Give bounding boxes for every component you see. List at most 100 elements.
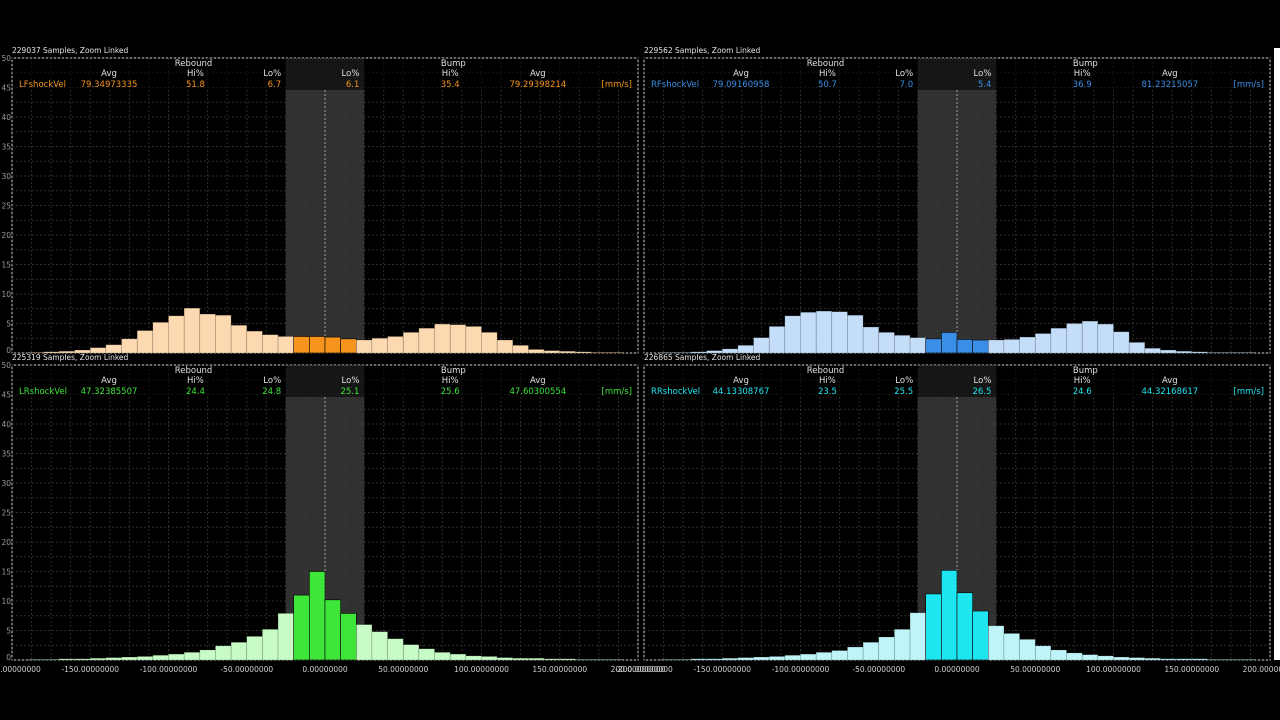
bump-lo-label: Lo% [974,376,992,386]
bump-label: Bump [1073,366,1098,376]
histogram-bar [559,658,576,661]
histogram-bar [1066,323,1083,354]
rebound-avg-value: 44.13308767 [713,387,770,397]
bump-lo-value: 5.4 [978,80,992,90]
bump-lo-value: 25.1 [340,387,359,397]
histogram-bar [309,571,326,661]
histogram-bar [1175,658,1193,661]
histogram-bar [387,638,404,661]
histogram-bar [987,625,1005,661]
histogram-bar [1019,336,1036,354]
histogram-bar [737,345,754,354]
histogram-bar [183,307,201,354]
rebound-hi-value: 24.4 [186,387,205,397]
histogram-bar [136,656,154,661]
histogram-bar [753,337,770,354]
y-ticks: 0 5 10 15 20 25 30 35 40 45 50 [1,54,11,355]
histogram-bar [199,649,216,661]
histogram-bar [324,599,341,661]
x-tick-label: 100.00000000 [1086,665,1141,674]
histogram-bar [1128,657,1146,661]
rebound-lo-value: 6.7 [268,80,282,90]
histogram-panel-RRshockVel: 226865 Samples, Zoom Linked Rebound Bump Av… [615,353,1280,674]
bump-hi-label: Hi% [1074,69,1091,79]
histogram-bar [862,326,880,354]
histogram-bar [1066,652,1083,661]
bump-avg-value: 44.32168617 [1141,387,1198,397]
histogram-bar [136,330,154,354]
histogram-bar [1081,654,1099,661]
histogram-bar [1003,633,1020,661]
histogram-bar [925,338,942,354]
bump-hi-value: 35.4 [441,80,460,90]
histogram-bar [1097,323,1114,354]
histogram-bar [465,326,482,354]
y-tick-label: 50 [1,54,11,63]
bump-label: Bump [1073,59,1098,69]
x-tick-label: -150.00000000 [693,665,751,674]
bump-avg-label: Avg [1162,69,1178,79]
histogram-bar [418,648,435,661]
x-tick-label: -200.00000000 [615,665,673,674]
x-tick-label: -50.00000000 [852,665,905,674]
x-tick-label: -100.00000000 [140,665,198,674]
histogram-bar [512,657,529,661]
histogram-bar [387,336,404,354]
samples-label: 229037 Samples, Zoom Linked [12,46,129,55]
histogram-bar [559,350,576,354]
x-tick-label: -200.00000000 [0,665,41,674]
histogram-bar [215,314,232,354]
histogram-bar [1191,658,1208,661]
y-tick-label: 35 [1,143,11,152]
histogram-bar [1207,659,1224,661]
histogram-bar [465,655,482,661]
y-tick-label: 25 [1,509,11,518]
histogram-bar [105,657,122,661]
bump-lo-label: Lo% [342,376,360,386]
histogram-bar [878,332,895,354]
histogram-bar [606,659,623,661]
y-tick-label: 40 [1,420,11,429]
histogram-bar [121,656,138,661]
samples-label: 225319 Samples, Zoom Linked [12,353,129,362]
x-tick-label: 0.00000000 [302,665,348,674]
channel-name: RFshockVel [651,80,699,90]
histogram-bar [768,656,786,661]
unit-label: [mm/s] [1234,387,1265,397]
y-tick-label: 10 [1,597,11,606]
y-tick-label: 10 [1,290,11,299]
y-tick-label: 20 [1,231,11,240]
histogram-bar [89,657,107,661]
rebound-lo-label: Lo% [263,376,281,386]
bump-avg-value: 47.60300554 [509,387,566,397]
histogram-bar [1238,352,1255,354]
histogram-bar [168,315,185,354]
histogram-bar [230,324,248,354]
histogram-bar [1019,639,1036,661]
histogram-bar [340,338,357,354]
bump-lo-value: 6.1 [346,80,360,90]
rebound-lo-value: 7.0 [900,80,914,90]
samples-label: 229562 Samples, Zoom Linked [644,46,761,55]
histogram-bar [543,658,561,661]
histogram-bar [909,612,926,661]
y-tick-label: 30 [1,479,11,488]
histogram-bar [894,629,911,661]
rebound-hi-value: 23.5 [818,387,837,397]
histogram-bar [987,339,1005,354]
histogram-bar [847,646,864,661]
x-tick-label: 100.00000000 [454,665,509,674]
histogram-bar [1081,320,1099,354]
histogram-bar [215,645,232,661]
rebound-lo-value: 24.8 [262,387,281,397]
x-tick-label: -100.00000000 [772,665,830,674]
histogram-bar [402,644,420,661]
histogram-bar [606,352,623,354]
rebound-avg-value: 47.32385507 [81,387,138,397]
histogram-bar [528,349,545,354]
bump-avg-value: 81.23215057 [1141,80,1198,90]
histogram-bar [1113,331,1130,354]
channel-name: RRshockVel [651,387,700,397]
histogram-bar [434,323,451,354]
histogram-bar [371,337,388,354]
